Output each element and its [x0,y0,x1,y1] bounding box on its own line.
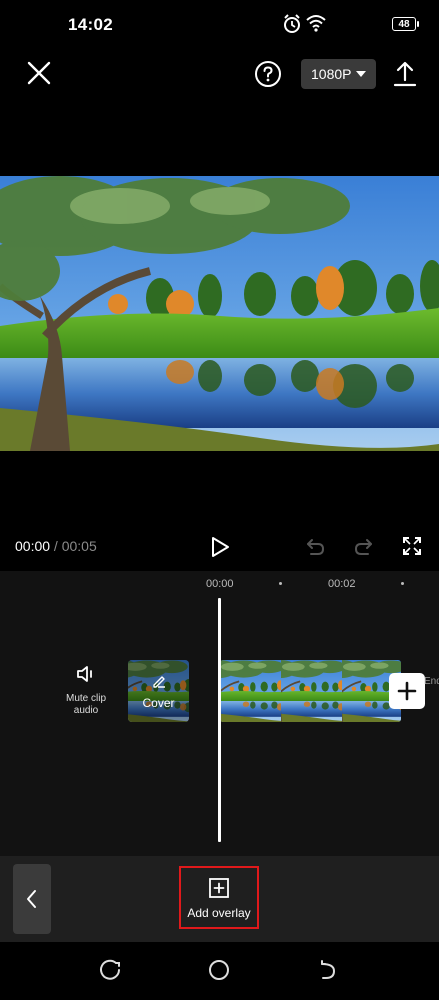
export-button[interactable] [392,60,418,88]
mute-clip-audio-label: Mute clip audio [65,693,106,716]
chevron-left-icon [27,890,36,908]
export-icon [393,61,417,87]
alarm-icon [283,14,301,39]
plus-icon [397,681,417,701]
home-icon [209,960,229,980]
end-label: End [424,676,439,687]
add-overlay-button[interactable]: Add overlay [179,866,259,929]
add-overlay-icon [209,878,229,898]
redo-button[interactable] [353,535,375,557]
status-bar [0,0,439,48]
add-overlay-label: Add overlay [187,906,251,920]
current-time: 00:00 [15,538,51,554]
help-icon [255,61,281,87]
redo-icon [354,539,372,555]
timecode: 00:00 / 00:05 [15,538,97,554]
clip-thumbnail [281,660,342,722]
cover-button[interactable]: Cover [128,660,189,722]
cover-label: Cover [142,696,175,710]
recents-icon [100,959,120,980]
chevron-down-icon [356,71,366,77]
video-clip-track[interactable] [220,660,401,722]
back-icon [321,960,336,979]
play-button[interactable] [208,535,232,559]
mute-clip-audio-button[interactable]: Mute clip audio [58,664,114,724]
ruler-tick-label: 00:00 [206,578,234,590]
home-button[interactable] [207,958,231,982]
battery-icon: 48 [392,17,419,31]
ruler-tick [401,582,404,585]
ruler-tick [279,582,282,585]
add-clip-button[interactable] [389,673,425,709]
fullscreen-button[interactable] [402,536,422,556]
resolution-label: 1080P [311,66,352,82]
close-button[interactable] [24,58,54,88]
resolution-dropdown[interactable]: 1080P [301,59,376,89]
clip-thumbnail [220,660,281,722]
close-icon [27,61,51,85]
fullscreen-icon [403,537,421,555]
recents-button[interactable] [99,958,123,982]
collapse-back-button[interactable] [13,864,51,934]
speaker-icon [77,666,92,682]
play-icon [212,537,229,557]
status-time: 14:02 [68,15,113,34]
ruler-tick-label: 00:02 [328,578,356,590]
pencil-icon [153,676,165,688]
back-button[interactable] [316,958,340,982]
help-button[interactable] [254,60,282,88]
time-separator: / [50,538,62,554]
video-preview[interactable] [0,176,439,451]
wifi-icon [306,14,326,37]
undo-button[interactable] [304,535,326,557]
total-time: 00:05 [61,538,97,554]
playhead[interactable] [218,598,221,842]
undo-icon [307,539,325,555]
